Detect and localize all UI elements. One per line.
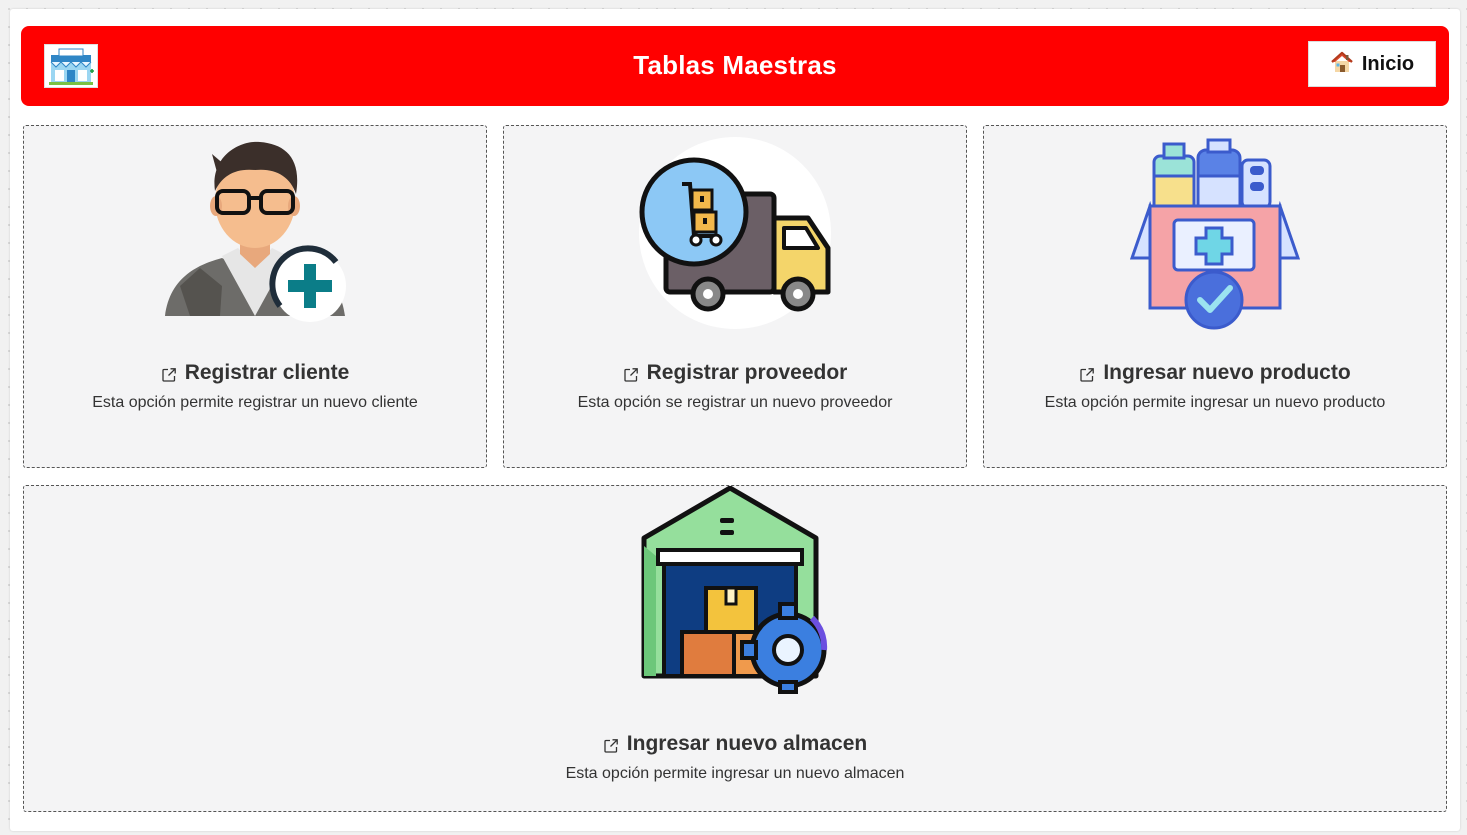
page-title: Tablas Maestras xyxy=(633,50,837,80)
card-title-text: Ingresar nuevo almacen xyxy=(626,732,868,755)
card-description: Esta opción permite registrar un nuevo c… xyxy=(92,394,418,411)
card-title-text: Ingresar nuevo producto xyxy=(1103,361,1351,384)
card-title-text: Registrar cliente xyxy=(184,361,350,384)
card-title: Registrar cliente xyxy=(24,361,486,385)
external-link-icon xyxy=(603,736,619,753)
delivery-truck-icon xyxy=(638,136,832,330)
card-registrar-proveedor[interactable]: Registrar proveedor Esta opción se regis… xyxy=(503,125,967,468)
header-bar: Tablas Maestras Inicio xyxy=(21,26,1449,106)
card-title: Ingresar nuevo almacen xyxy=(24,732,1446,756)
warehouse-settings-icon xyxy=(638,485,832,696)
external-link-icon xyxy=(1079,365,1095,382)
home-button[interactable]: Inicio xyxy=(1308,41,1436,87)
external-link-icon xyxy=(623,365,639,382)
card-title: Registrar proveedor xyxy=(504,361,966,385)
card-description: Esta opción permite ingresar un nuevo pr… xyxy=(1044,394,1386,411)
card-ingresar-almacen[interactable]: Ingresar nuevo almacen Esta opción permi… xyxy=(23,485,1447,812)
home-button-label: Inicio xyxy=(1361,52,1415,75)
card-ingresar-producto[interactable]: Ingresar nuevo producto Esta opción perm… xyxy=(983,125,1447,468)
medical-box-icon xyxy=(1129,136,1301,330)
card-title-text: Registrar proveedor xyxy=(646,361,848,384)
card-title: Ingresar nuevo producto xyxy=(984,361,1446,385)
card-description: Esta opción se registrar un nuevo provee… xyxy=(577,394,893,411)
card-registrar-cliente[interactable]: Registrar cliente Esta opción permite re… xyxy=(23,125,487,468)
add-customer-icon xyxy=(160,136,350,326)
external-link-icon xyxy=(161,365,177,382)
page-container: Tablas Maestras Inicio Registrar cliente… xyxy=(10,9,1460,831)
card-description: Esta opción permite ingresar un nuevo al… xyxy=(565,765,905,782)
house-icon xyxy=(1330,51,1354,78)
